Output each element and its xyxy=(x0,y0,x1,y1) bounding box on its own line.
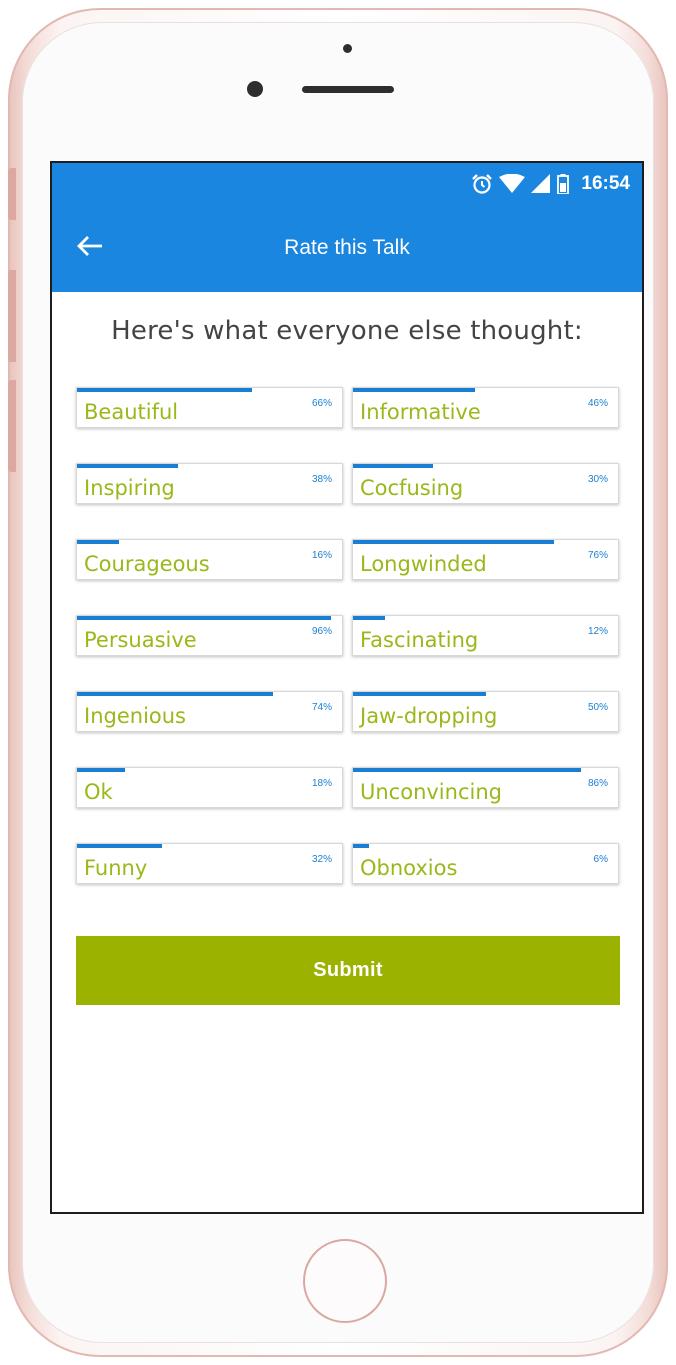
volume-down-button xyxy=(8,380,16,472)
rating-label: Cocfusing xyxy=(360,476,464,500)
ratings-grid: Beautiful 66% Informative 46% Inspiring 38% Co… xyxy=(76,387,620,884)
rating-label: Fascinating xyxy=(360,628,479,652)
rating-option[interactable]: Persuasive 96% xyxy=(76,615,343,656)
rating-label: Persuasive xyxy=(84,628,197,652)
rating-progress-bar xyxy=(353,844,369,848)
rating-progress-bar xyxy=(77,768,125,772)
rating-percent: 18% xyxy=(311,778,332,789)
rating-progress-bar xyxy=(353,768,581,772)
volume-up-button xyxy=(8,270,16,362)
rating-label: Ok xyxy=(84,780,113,804)
rating-label: Unconvincing xyxy=(360,780,502,804)
rating-label: Inspiring xyxy=(84,476,175,500)
rating-label: Longwinded xyxy=(360,552,487,576)
rating-label: Obnoxios xyxy=(360,856,458,880)
rating-option[interactable]: Obnoxios 6% xyxy=(352,843,619,884)
battery-icon xyxy=(557,173,570,194)
rating-progress-bar xyxy=(353,540,555,544)
rating-option[interactable]: Longwinded 76% xyxy=(352,539,619,580)
rating-option[interactable]: Unconvincing 86% xyxy=(352,767,619,808)
proximity-sensor xyxy=(343,44,352,53)
rating-percent: 76% xyxy=(587,550,608,561)
rating-option[interactable]: Ok 18% xyxy=(76,767,343,808)
app-bar: Rate this Talk xyxy=(52,204,642,292)
rating-progress-bar xyxy=(353,464,433,468)
mute-switch xyxy=(8,168,16,220)
rating-progress-bar xyxy=(77,692,274,696)
rating-label: Informative xyxy=(360,400,481,424)
rating-progress-bar xyxy=(77,388,252,392)
rating-label: Jaw-dropping xyxy=(360,704,498,728)
phone-screen: 16:54 Rate this Talk Here's what everyon… xyxy=(50,161,644,1214)
home-button[interactable] xyxy=(303,1239,387,1323)
rating-progress-bar xyxy=(77,540,120,544)
rating-percent: 66% xyxy=(311,398,332,409)
rating-label: Funny xyxy=(84,856,148,880)
rating-option[interactable]: Beautiful 66% xyxy=(76,387,343,428)
front-camera xyxy=(247,81,263,97)
results-heading: Here's what everyone else thought: xyxy=(111,316,583,346)
rating-percent: 96% xyxy=(311,626,332,637)
rating-percent: 46% xyxy=(587,398,608,409)
rating-label: Beautiful xyxy=(84,400,179,424)
submit-button[interactable]: Submit xyxy=(76,936,620,1005)
rating-option[interactable]: Ingenious 74% xyxy=(76,691,343,732)
arrow-left-icon xyxy=(76,234,104,263)
status-time: 16:54 xyxy=(581,172,630,194)
rating-option[interactable]: Funny 32% xyxy=(76,843,343,884)
status-bar: 16:54 xyxy=(52,163,642,204)
rating-percent: 74% xyxy=(311,702,332,713)
rating-progress-bar xyxy=(353,388,475,392)
rating-percent: 12% xyxy=(587,626,608,637)
signal-icon xyxy=(531,173,551,194)
rating-progress-bar xyxy=(353,616,385,620)
rating-progress-bar xyxy=(353,692,486,696)
page-title: Rate this Talk xyxy=(284,236,410,259)
rating-option[interactable]: Cocfusing 30% xyxy=(352,463,619,504)
rating-label: Courageous xyxy=(84,552,210,576)
rating-label: Ingenious xyxy=(84,704,186,728)
rating-progress-bar xyxy=(77,616,332,620)
rating-percent: 86% xyxy=(587,778,608,789)
rating-percent: 16% xyxy=(311,550,332,561)
rating-percent: 32% xyxy=(311,854,332,865)
rating-option[interactable]: Courageous 16% xyxy=(76,539,343,580)
rating-percent: 30% xyxy=(587,474,608,485)
rating-percent: 6% xyxy=(593,854,608,865)
back-button[interactable] xyxy=(72,230,108,266)
rating-option[interactable]: Informative 46% xyxy=(352,387,619,428)
alarm-icon xyxy=(471,173,493,195)
rating-option[interactable]: Inspiring 38% xyxy=(76,463,343,504)
rating-percent: 50% xyxy=(587,702,608,713)
earpiece-speaker xyxy=(302,86,394,93)
rating-option[interactable]: Fascinating 12% xyxy=(352,615,619,656)
rating-progress-bar xyxy=(77,464,178,468)
rating-progress-bar xyxy=(77,844,162,848)
rating-percent: 38% xyxy=(311,474,332,485)
wifi-icon xyxy=(499,173,526,194)
rating-option[interactable]: Jaw-dropping 50% xyxy=(352,691,619,732)
